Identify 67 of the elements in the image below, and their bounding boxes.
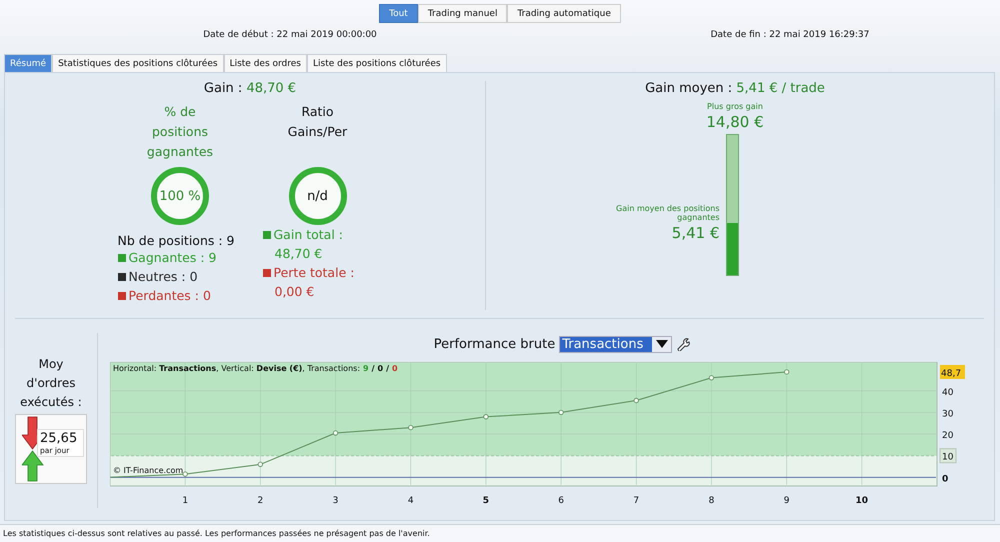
y-tick-label: 40 bbox=[942, 388, 954, 398]
x-tick-label: 7 bbox=[633, 496, 640, 506]
tab[interactable]: Statistiques des positions clôturées bbox=[52, 54, 224, 72]
gauge-label: % de positions gagnantes bbox=[146, 103, 214, 161]
chart-legend: Horizontal: Transactions, Vertical: Devise (€), Transactions: bbox=[113, 364, 360, 373]
max-gain-value: 14,80 € bbox=[706, 113, 764, 131]
disclaimer: Les statistiques ci-dessus sont relatives au passé. Les performances passées ne présagent pas de l'avenir. bbox=[3, 529, 430, 538]
chart-title: Performance brute bbox=[434, 336, 556, 352]
copyright: © IT-Finance.com bbox=[113, 466, 184, 475]
orders-label: Moy d'ordres exécutés : bbox=[19, 356, 83, 411]
data-point bbox=[708, 375, 714, 380]
x-tick-label: 5 bbox=[482, 496, 490, 506]
wrench-icon[interactable] bbox=[676, 337, 690, 351]
data-point bbox=[483, 414, 488, 420]
x-tick-label: 4 bbox=[408, 496, 414, 506]
data-point bbox=[784, 369, 790, 375]
mean-gain-value: 5,41 € bbox=[672, 224, 720, 242]
x-tick-label: 9 bbox=[784, 496, 790, 506]
orders-value: 25,65 bbox=[40, 431, 78, 446]
x-tick-label: 6 bbox=[558, 496, 564, 506]
average-gain: Gain moyen : 5,41 € / trade bbox=[645, 81, 825, 96]
end-date: Date de fin : 22 mai 2019 16:29:37 bbox=[710, 30, 870, 42]
count: 0 bbox=[392, 364, 398, 373]
ring-gauge: n/d bbox=[288, 167, 346, 225]
y-tick-label: 20 bbox=[942, 431, 954, 442]
tab[interactable]: Liste des positions clôturées bbox=[306, 54, 447, 72]
x-tick-label: 2 bbox=[258, 496, 264, 506]
x-tick-label: 3 bbox=[332, 496, 338, 506]
caret-icon bbox=[656, 340, 668, 348]
x-tick-label: 8 bbox=[708, 496, 714, 506]
start-date: Date de début : 22 mai 2019 00:00:00 bbox=[202, 30, 378, 42]
ring-gauge: 100 % bbox=[151, 167, 209, 225]
stat-value: 48,70 € bbox=[274, 245, 322, 263]
data-point bbox=[258, 462, 263, 467]
max-gain-label: Plus gros gain bbox=[707, 102, 763, 111]
mode-dropdown[interactable]: Transactions bbox=[559, 336, 672, 352]
y-tick-label: 0 bbox=[942, 474, 948, 484]
x-tick-label: 10 bbox=[856, 496, 868, 506]
mean-gain-label: Gain moyen des positions gagnantes bbox=[616, 204, 720, 222]
stat-item: Gagnantes : 9 bbox=[118, 248, 217, 267]
data-point bbox=[408, 424, 414, 430]
gauge-label: Ratio Gains/Per bbox=[286, 103, 348, 141]
filter-button[interactable]: Tout bbox=[379, 4, 418, 23]
separator: / bbox=[386, 364, 390, 373]
count: 9 bbox=[363, 364, 369, 373]
separator: / bbox=[372, 364, 375, 373]
stat-item: Perte totale : bbox=[262, 263, 354, 282]
tab[interactable]: Résumé bbox=[4, 54, 52, 72]
count: 0 bbox=[378, 364, 384, 373]
positions-count: Nb de positions : 9 bbox=[118, 233, 234, 248]
stat-value: 0,00 € bbox=[274, 283, 314, 301]
gain-summary: Gain : 48,70 € bbox=[204, 81, 296, 96]
tab[interactable]: Liste des ordres bbox=[224, 54, 307, 72]
data-point bbox=[634, 398, 639, 404]
data-point bbox=[182, 472, 188, 477]
y-tick-label: 30 bbox=[942, 409, 954, 420]
filter-button[interactable]: Trading manuel bbox=[418, 4, 508, 23]
data-point bbox=[332, 430, 338, 436]
last-value-tag: 48,7 bbox=[940, 364, 965, 379]
stat-item: Perdantes : 0 bbox=[118, 286, 211, 305]
stat-item: Gain total : bbox=[262, 225, 343, 244]
filter-button[interactable]: Trading automatique bbox=[507, 4, 621, 23]
stat-item: Neutres : 0 bbox=[118, 267, 198, 286]
threshold-tag: 10 bbox=[940, 448, 956, 464]
ref-line-label: 10 bbox=[942, 452, 954, 463]
x-tick-label: 1 bbox=[182, 496, 188, 506]
data-point bbox=[558, 410, 564, 416]
